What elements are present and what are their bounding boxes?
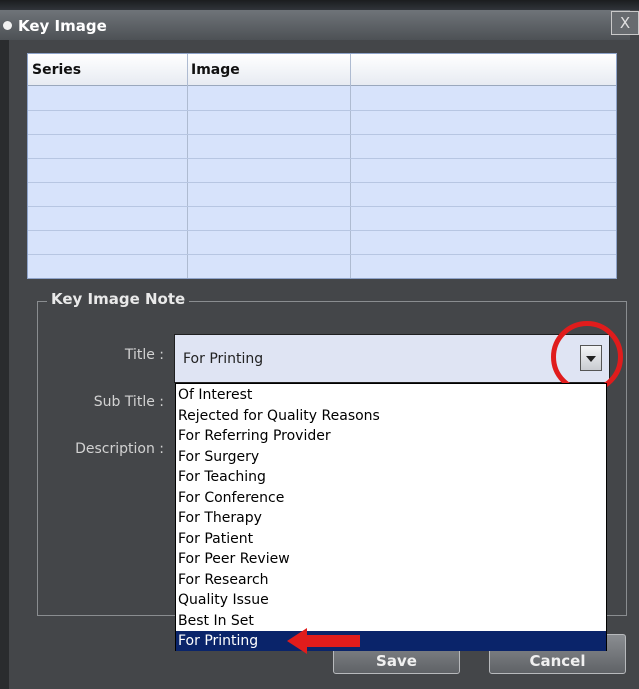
subtitle-label: Sub Title : <box>93 394 164 410</box>
dropdown-option[interactable]: For Therapy <box>176 508 606 528</box>
table-row[interactable] <box>28 158 616 159</box>
title-dropdown-list: Of Interest Rejected for Quality Reasons F… <box>175 383 607 651</box>
red-arrow-annotation <box>287 628 360 654</box>
table-row[interactable] <box>28 254 616 255</box>
title-combobox-value: For Printing <box>183 351 264 367</box>
dropdown-option[interactable]: For Peer Review <box>176 549 606 569</box>
table-row[interactable] <box>28 278 616 279</box>
dropdown-option[interactable]: Best In Set <box>176 611 606 631</box>
column-header-image[interactable]: Image <box>191 62 240 78</box>
group-legend: Key Image Note <box>47 290 190 308</box>
column-header-series[interactable]: Series <box>32 62 81 78</box>
dropdown-option[interactable]: For Surgery <box>176 447 606 467</box>
title-label: Title : <box>124 347 164 363</box>
close-button[interactable]: X <box>611 11 639 35</box>
table-row[interactable] <box>28 110 616 111</box>
description-label: Description : <box>75 441 164 457</box>
table-row[interactable] <box>28 182 616 183</box>
title-bar: Key Image <box>0 10 630 40</box>
dropdown-option[interactable]: For Printing <box>176 631 606 651</box>
window-icon <box>3 21 12 30</box>
title-combobox[interactable]: For Printing <box>174 334 610 383</box>
dropdown-option[interactable]: Of Interest <box>176 385 606 405</box>
key-image-table: Series Image <box>27 53 617 279</box>
table-row[interactable] <box>28 206 616 207</box>
table-header: Series Image <box>28 54 616 86</box>
table-row[interactable] <box>28 134 616 135</box>
dropdown-option[interactable]: Quality Issue <box>176 590 606 610</box>
table-row[interactable] <box>28 230 616 231</box>
dropdown-option[interactable]: For Referring Provider <box>176 426 606 446</box>
dropdown-option[interactable]: For Teaching <box>176 467 606 487</box>
window-top-strip <box>0 0 639 10</box>
dialog-title: Key Image <box>18 17 107 35</box>
dropdown-option[interactable]: Rejected for Quality Reasons <box>176 406 606 426</box>
column-divider <box>187 54 188 278</box>
dropdown-option[interactable]: For Research <box>176 570 606 590</box>
dropdown-option[interactable]: For Conference <box>176 488 606 508</box>
dropdown-option[interactable]: For Patient <box>176 529 606 549</box>
column-divider <box>350 54 351 278</box>
